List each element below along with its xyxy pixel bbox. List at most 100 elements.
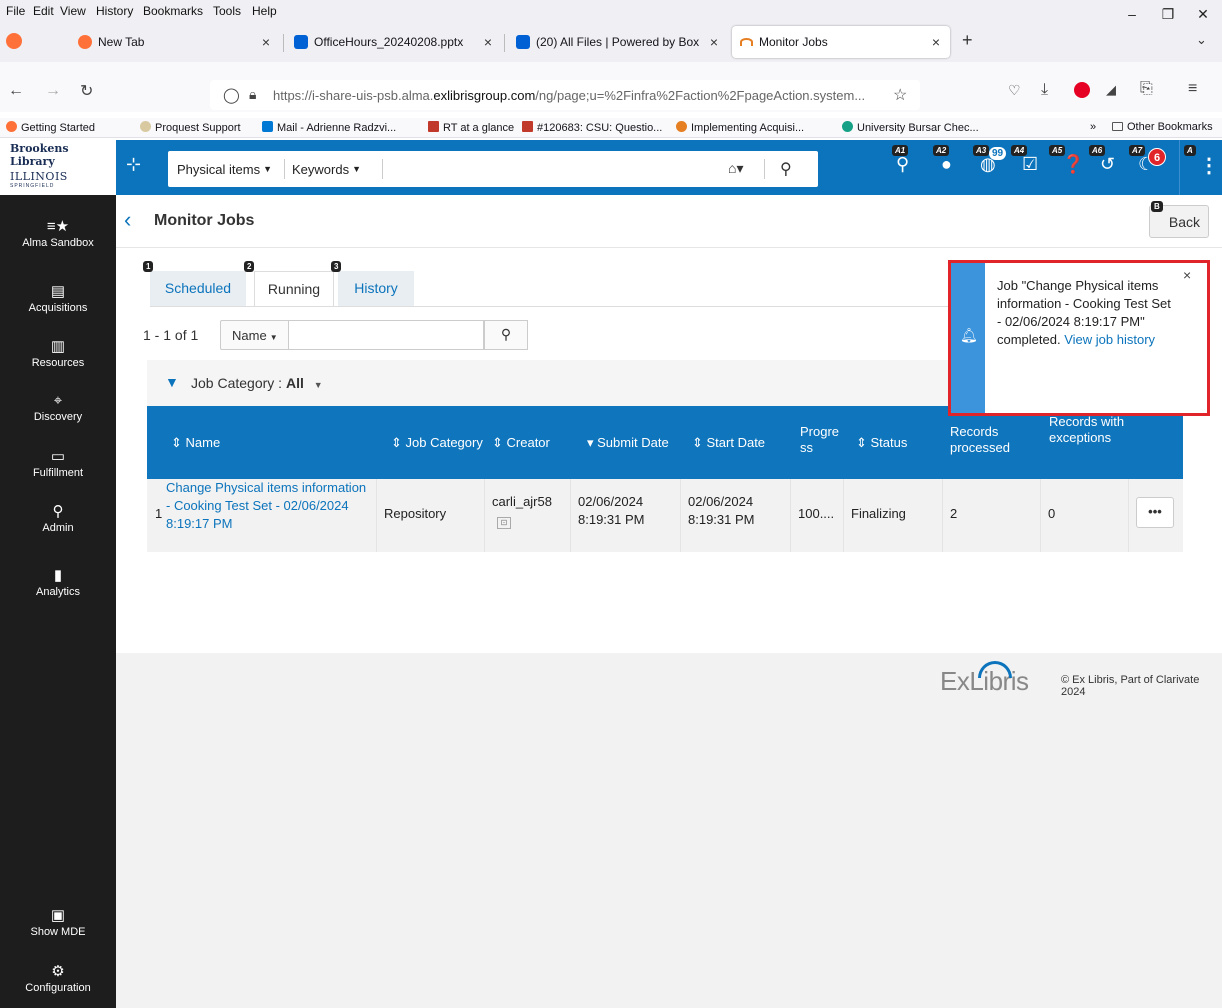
help-icon[interactable]: ❓ [1062,154,1086,178]
shield-icon[interactable]: ◯ [223,86,240,104]
extension-icon[interactable]: ◢ [1106,82,1116,98]
search-by-dropdown[interactable]: Name ▼ [220,320,288,350]
toast-close-icon[interactable]: × [1183,267,1191,283]
records-exceptions-cell: 0 [1048,506,1056,521]
tab-officehours[interactable]: OfficeHours_20240208.pptx | Po × [286,26,502,58]
pocket-icon[interactable]: ♡ [1008,82,1021,99]
close-tab-icon[interactable]: × [262,34,270,50]
filter-icon[interactable]: ▼ [165,374,179,390]
close-window-icon[interactable]: ✕ [1191,6,1215,23]
menu-help[interactable]: Help [252,4,277,18]
job-search-input[interactable] [288,320,484,350]
bookmark-bursar[interactable]: University Bursar Chec... [842,121,979,134]
tab-box-files[interactable]: (20) All Files | Powered by Box × [508,26,728,58]
nav-resources[interactable]: ▥ Resources [0,338,116,369]
user-card-icon[interactable]: ⊡ [497,517,511,529]
location-icon[interactable]: ⚲ [896,154,920,178]
tab-scheduled[interactable]: Scheduled [150,271,246,307]
bookmarks-overflow[interactable]: » [1090,121,1096,133]
bookmark-getting-started[interactable]: Getting Started [6,121,95,134]
col-submit-date[interactable]: ▾ Submit Date [587,435,669,451]
forward-arrow-icon[interactable]: → [45,82,61,100]
lock-icon[interactable]: 🔒︎ [249,86,256,103]
user-menu-button[interactable]: A ⋮ [1179,140,1222,195]
job-name-link[interactable]: Change Physical items information - Cook… [166,479,372,533]
new-tab-button[interactable]: + [962,30,973,51]
nav-discovery[interactable]: ⌖ Discovery [0,392,116,423]
records-processed-cell: 2 [950,506,958,521]
status-cell: Finalizing [851,506,906,521]
nav-analytics[interactable]: ▮ Analytics [0,567,116,598]
menu-tools[interactable]: Tools [213,4,241,18]
col-records-processed[interactable]: Records processed [950,424,1030,456]
nav-fulfillment[interactable]: ▭ Fulfillment [0,448,116,479]
share-icon[interactable]: ⎘ [1140,80,1153,98]
more-vertical-icon[interactable]: ⋮ [1199,153,1219,178]
tab-running[interactable]: Running [254,271,334,307]
nav-alma-sandbox[interactable]: ≡★ Alma Sandbox [0,218,116,249]
col-records-exceptions[interactable]: Records with exceptions [1049,414,1129,446]
persistent-search-icon[interactable]: ⊹ [126,154,141,175]
home-icon[interactable]: ⌂▾ [728,160,743,177]
url-bar[interactable]: ◯ 🔒︎ https://i-share-uis-psb.alma.exlibr… [210,80,920,110]
bookmark-proquest[interactable]: Proquest Support [140,121,241,134]
reload-icon[interactable]: ↻ [80,81,93,101]
close-tab-icon[interactable]: × [484,34,492,50]
bookmark-rt[interactable]: RT at a glance [428,121,514,134]
col-name[interactable]: ⇕ Name [171,435,220,451]
badge-a6: A6 [1089,145,1106,156]
tab-new-tab[interactable]: New Tab × [70,26,280,58]
url-text[interactable]: https://i-share-uis-psb.alma.exlibrisgro… [273,88,883,103]
bookmark-acquisi[interactable]: Implementing Acquisi... [676,121,804,134]
search-input[interactable] [384,151,714,187]
back-chevron-icon[interactable]: ‹ [124,207,131,233]
search-field-dropdown[interactable]: Keywords ▼ [292,151,361,187]
search-bar: Physical items ▼ Keywords ▼ ⌂▾ ⚲ [168,151,818,187]
key-badge-b: B [1151,201,1163,212]
close-tab-icon[interactable]: × [710,34,718,50]
firefox-view-icon[interactable] [6,33,22,49]
nav-acquisitions[interactable]: ▤ Acquisitions [0,283,116,314]
job-category-filter[interactable]: Job Category : All ▼ [191,375,323,391]
browser-tabbar: New Tab × OfficeHours_20240208.pptx | Po… [0,22,1222,62]
tab-history[interactable]: History [338,271,414,307]
download-icon[interactable]: ⤓ [1041,81,1048,99]
restore-icon[interactable]: ❐ [1156,6,1180,23]
menu-history[interactable]: History [96,4,133,18]
close-tab-icon[interactable]: × [932,34,940,50]
other-bookmarks[interactable]: Other Bookmarks [1112,121,1213,133]
jobs-table-header: ⇕ Name ⇕ Job Category ⇕ Creator ▾ Submit… [147,406,1183,479]
tab-label: Monitor Jobs [759,35,828,49]
job-search-button[interactable]: ⚲ [484,320,528,350]
bookmark-mail[interactable]: Mail - Adrienne Radzvi... [262,121,396,134]
menu-view[interactable]: View [60,4,86,18]
view-job-history-link[interactable]: View job history [1064,332,1155,347]
history-icon[interactable]: ↺ [1100,154,1124,178]
col-progress[interactable]: Progre ss [800,424,842,456]
badge-a1: A1 [892,145,909,156]
pinterest-icon[interactable] [1074,82,1090,98]
bookmark-ticket[interactable]: #120683: CSU: Questio... [522,121,662,134]
menu-edit[interactable]: Edit [33,4,54,18]
library-logo[interactable]: Brookens Library ILLINOIS SPRINGFIELD [0,140,116,195]
tab-monitor-jobs[interactable]: Monitor Jobs × [732,26,950,58]
nav-configuration[interactable]: ⚙ Configuration [0,963,116,994]
col-start-date[interactable]: ⇕ Start Date [692,435,765,451]
user-icon[interactable]: ● [941,154,965,178]
col-status[interactable]: ⇕ Status [856,435,907,451]
minimize-icon[interactable]: – [1120,6,1144,22]
nav-show-mde[interactable]: ▣ Show MDE [0,907,116,938]
menu-bookmarks[interactable]: Bookmarks [143,4,203,18]
row-actions-button[interactable]: ••• [1136,497,1174,528]
clipboard-icon[interactable]: ☑ [1022,154,1046,178]
nav-admin[interactable]: ⚲ Admin [0,503,116,534]
search-icon[interactable]: ⚲ [780,159,792,179]
list-tabs-icon[interactable]: ⌄ [1196,32,1207,48]
hamburger-menu-icon[interactable]: ≡ [1188,80,1197,98]
bookmark-star-icon[interactable]: ☆ [893,85,907,105]
col-creator[interactable]: ⇕ Creator [492,435,550,451]
col-job-category[interactable]: ⇕ Job Category [391,435,483,451]
back-arrow-icon[interactable]: ← [8,82,24,100]
menu-file[interactable]: File [6,4,25,18]
search-type-dropdown[interactable]: Physical items ▼ [177,151,272,187]
